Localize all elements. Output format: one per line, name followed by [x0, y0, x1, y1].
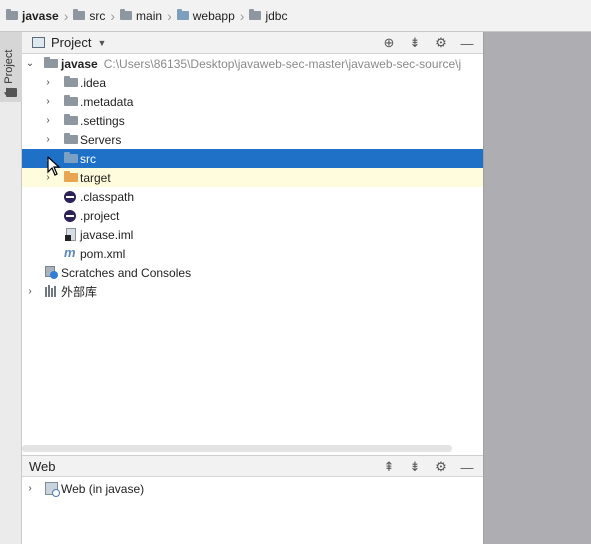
gear-icon[interactable]: ⚙	[433, 459, 449, 475]
project-icon	[32, 37, 45, 48]
tree-node-iml[interactable]: javase.iml	[22, 225, 483, 244]
folder-icon	[64, 95, 78, 106]
tree-node-label: .metadata	[80, 94, 134, 109]
minimize-icon[interactable]: —	[459, 460, 475, 475]
tree-node-src[interactable]: › src	[22, 149, 483, 168]
breadcrumb-item-javase[interactable]: javase	[4, 6, 61, 26]
tree-node-label: Servers	[80, 132, 122, 147]
project-panel: Project ▼ ⊕ ⇟ ⚙ — ⌄ javase C:\Users\86135…	[22, 32, 483, 544]
tree-node-label: javase	[61, 56, 98, 71]
chevron-right-icon[interactable]: ›	[43, 115, 53, 126]
tree-node-label: pom.xml	[80, 246, 126, 261]
module-path: C:\Users\86135\Desktop\javaweb-sec-maste…	[103, 56, 462, 71]
chevron-right-icon: ›	[239, 7, 245, 24]
chevron-right-icon: ›	[63, 7, 69, 24]
tree-node-servers[interactable]: › Servers	[22, 130, 483, 149]
breadcrumb-item-src[interactable]: src	[71, 6, 107, 26]
breadcrumb-item-main[interactable]: main	[118, 6, 164, 26]
maven-icon: m	[64, 245, 76, 260]
collapse-icon[interactable]: ⇟	[407, 35, 423, 51]
mouse-cursor-icon	[47, 156, 61, 176]
chevron-right-icon[interactable]: ›	[25, 483, 35, 494]
collapse-icon[interactable]: ⇟	[407, 459, 423, 475]
libraries-icon	[45, 285, 59, 297]
folder-icon	[64, 76, 78, 87]
web-folder-icon	[176, 9, 189, 20]
editor-area	[483, 32, 591, 544]
tree-node-label: .classpath	[80, 189, 135, 204]
tree-node-idea[interactable]: › .idea	[22, 73, 483, 92]
chevron-right-icon[interactable]: ›	[43, 77, 53, 88]
tree-node-scratches[interactable]: Scratches and Consoles	[22, 263, 483, 282]
tree-node-label: Scratches and Consoles	[61, 265, 192, 280]
project-panel-title: Project	[51, 35, 92, 50]
folder-icon	[73, 9, 86, 20]
excluded-folder-icon	[64, 171, 78, 182]
tree-node-label: src	[80, 151, 96, 166]
tree-node-target[interactable]: › target	[22, 168, 483, 187]
tree-node-label: 外部库	[61, 285, 98, 299]
breadcrumb: javase › src › main › webapp › jdbc	[0, 0, 591, 32]
tree-node-label: target	[80, 170, 111, 185]
gear-icon[interactable]: ⚙	[433, 35, 449, 51]
breadcrumb-item-jdbc[interactable]: jdbc	[247, 6, 289, 26]
project-panel-header: Project ▼ ⊕ ⇟ ⚙ —	[22, 32, 483, 54]
left-tool-strip: 1: Project	[0, 32, 22, 544]
tree-node-label: .project	[80, 208, 120, 223]
chevron-right-icon: ›	[167, 7, 172, 24]
chevron-right-icon[interactable]: ›	[43, 96, 53, 107]
tree-node-project[interactable]: .project	[22, 206, 483, 225]
folder-icon	[64, 152, 78, 163]
chevron-down-icon: ▼	[97, 37, 107, 48]
locate-icon[interactable]: ⊕	[381, 35, 397, 51]
tree-node-label: .idea	[80, 75, 107, 90]
chevron-right-icon[interactable]: ›	[25, 286, 35, 297]
chevron-right-icon[interactable]: ›	[43, 134, 53, 145]
tree-node-label: .settings	[80, 113, 125, 128]
expand-icon[interactable]: ⇞	[381, 459, 397, 475]
tree-node-label: javase.iml	[80, 227, 134, 242]
folder-icon	[64, 114, 78, 125]
tree-node-javase[interactable]: ⌄ javase C:\Users\86135\Desktop\javaweb-s…	[22, 54, 483, 73]
minimize-icon[interactable]: —	[459, 36, 475, 51]
chevron-right-icon: ›	[110, 7, 116, 24]
tree-node-classpath[interactable]: .classpath	[22, 187, 483, 206]
module-file-icon	[65, 228, 76, 241]
horizontal-scrollbar[interactable]	[22, 445, 452, 452]
tree-node-web[interactable]: › Web (in javase)	[22, 479, 483, 498]
folder-icon	[120, 9, 133, 20]
tree-node-metadata[interactable]: › .metadata	[22, 92, 483, 111]
scratches-icon	[45, 266, 59, 279]
web-panel-header: Web ⇞ ⇟ ⚙ —	[22, 455, 483, 477]
module-folder-icon	[44, 57, 58, 68]
tree-node-label: Web (in javase)	[61, 481, 145, 496]
tree-node-settings[interactable]: › .settings	[22, 111, 483, 130]
eclipse-icon	[64, 210, 76, 222]
eclipse-icon	[64, 191, 76, 203]
tree-node-external-libraries[interactable]: › 外部库	[22, 282, 483, 301]
web-panel-title: Web	[29, 458, 56, 474]
breadcrumb-item-webapp[interactable]: webapp	[175, 6, 237, 26]
chevron-down-icon[interactable]: ⌄	[25, 58, 35, 69]
folder-icon	[6, 9, 18, 20]
folder-icon	[249, 9, 262, 20]
project-view-selector[interactable]: Project ▼	[32, 35, 106, 50]
project-window-icon	[6, 88, 17, 97]
web-facet-icon	[45, 482, 60, 497]
folder-icon	[64, 133, 78, 144]
tree-node-pom[interactable]: m pom.xml	[22, 244, 483, 263]
